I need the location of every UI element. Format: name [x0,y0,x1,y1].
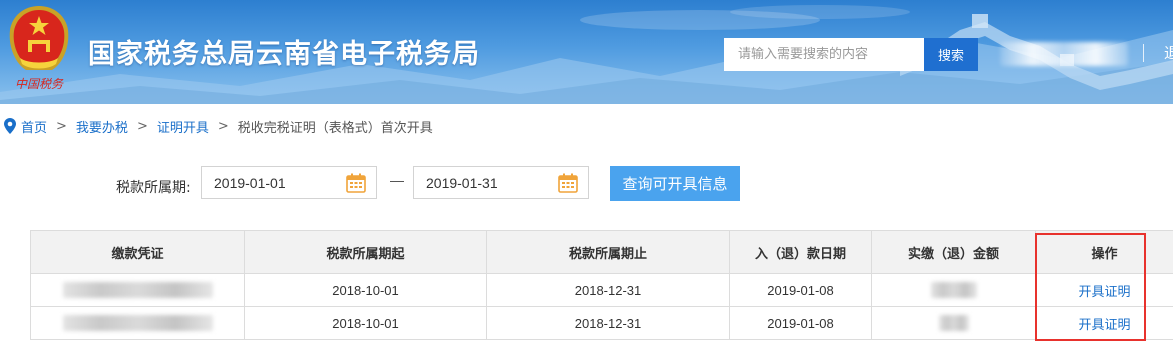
redacted-amount [930,282,977,299]
redacted-voucher [62,282,213,299]
issue-certificate-link[interactable]: 开具证明 [1078,285,1130,300]
breadcrumb-separator: > [217,118,229,134]
user-info-blurred [1000,42,1128,66]
column-header-amount: 实缴（退）金额 [871,230,1036,274]
site-header: 中国税务 国家税务总局云南省电子税务局 搜索 退 [0,0,1173,104]
amount-cell-redacted [871,306,1036,340]
action-cell: 开具证明 [1035,273,1173,307]
tax-emblem-icon: 中国税务 [9,6,69,91]
breadcrumb: 首页 > 我要办税 > 证明开具 > 税收完税证明（表格式）首次开具 [4,116,433,136]
breadcrumb-certificate[interactable]: 证明开具 [157,117,209,136]
query-issuable-button[interactable]: 查询可开具信息 [610,166,740,201]
column-header-action: 操作 [1035,230,1173,274]
start-date-field[interactable]: 2019-01-01 [201,166,377,199]
period-end-cell: 2018-12-31 [486,306,730,340]
table-row: 2018-10-01 2018-12-31 2019-01-08 开具证明 [30,306,1173,340]
redacted-amount [938,315,969,332]
period-start-cell: 2018-10-01 [244,273,487,307]
results-table: 缴款凭证 税款所属期起 税款所属期止 入（退）款日期 实缴（退）金额 操作 20… [30,230,1173,340]
breadcrumb-tax-services[interactable]: 我要办税 [76,117,128,136]
end-date-value: 2019-01-31 [426,175,498,191]
period-end-cell: 2018-12-31 [486,273,730,307]
search-input[interactable] [724,38,924,71]
start-date-value: 2019-01-01 [214,175,286,191]
redacted-voucher [62,315,213,332]
period-start-cell: 2018-10-01 [244,306,487,340]
breadcrumb-current: 税收完税证明（表格式）首次开具 [237,120,433,136]
column-header-payment-date: 入（退）款日期 [729,230,872,274]
column-header-period-end: 税款所属期止 [486,230,730,274]
voucher-cell-redacted [30,273,245,307]
action-cell: 开具证明 [1035,306,1173,340]
table-row: 2018-10-01 2018-12-31 2019-01-08 开具证明 [30,273,1173,307]
breadcrumb-separator: > [136,118,148,134]
column-header-voucher: 缴款凭证 [30,230,245,274]
header-divider [1143,44,1144,62]
site-title: 国家税务总局云南省电子税务局 [88,39,480,70]
end-date-field[interactable]: 2019-01-31 [413,166,589,199]
voucher-cell-redacted [30,306,245,340]
date-range-dash [390,181,404,182]
column-header-period-start: 税款所属期起 [244,230,487,274]
payment-date-cell: 2019-01-08 [729,273,872,307]
svg-text:中国税务: 中国税务 [15,77,64,91]
location-pin-icon [4,118,16,134]
calendar-icon[interactable] [558,173,578,193]
search-button[interactable]: 搜索 [924,38,978,71]
tax-period-label: 税款所属期: [116,180,191,196]
breadcrumb-home[interactable]: 首页 [21,117,47,136]
breadcrumb-separator: > [56,118,67,134]
calendar-icon[interactable] [346,173,366,193]
table-header-row: 缴款凭证 税款所属期起 税款所属期止 入（退）款日期 实缴（退）金额 操作 [30,230,1173,274]
amount-cell-redacted [871,273,1036,307]
logout-link[interactable]: 退 [1164,42,1173,63]
payment-date-cell: 2019-01-08 [729,306,872,340]
issue-certificate-link[interactable]: 开具证明 [1078,318,1130,333]
